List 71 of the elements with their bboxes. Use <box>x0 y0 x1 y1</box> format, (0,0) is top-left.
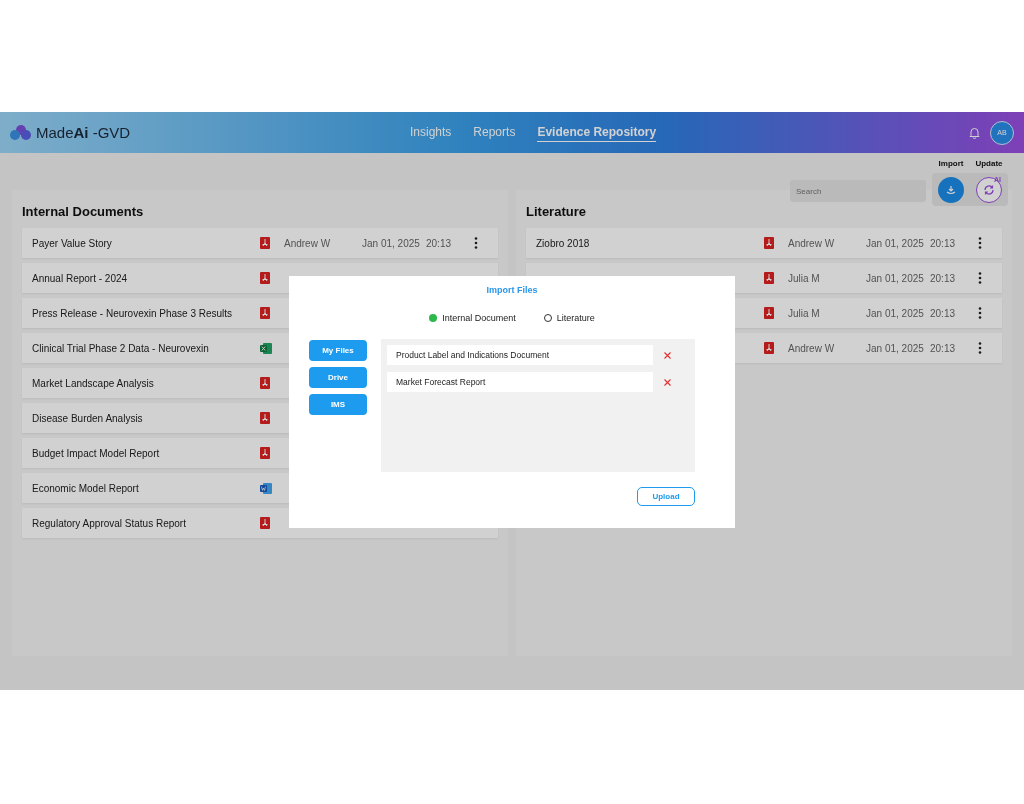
action-label: Import <box>938 159 964 168</box>
document-title: Budget Impact Model Report <box>32 447 161 459</box>
more-options-icon[interactable] <box>978 342 982 354</box>
panel-title: Literature <box>526 203 587 221</box>
document-title: Disease Burden Analysis <box>32 412 144 424</box>
upload-button[interactable]: Upload <box>637 487 695 506</box>
nav-tab[interactable]: Reports <box>473 123 516 142</box>
document-time: 20:13 <box>426 237 453 249</box>
document-title: Clinical Trial Phase 2 Data - Neurovexin <box>32 342 210 354</box>
refresh-icon <box>983 184 995 196</box>
radio-button[interactable] <box>429 314 438 322</box>
more-options-icon[interactable] <box>978 272 982 284</box>
document-time: 20:13 <box>930 307 957 319</box>
close-icon <box>663 350 672 360</box>
pdf-file-icon <box>260 377 270 389</box>
document-date: Jan 01, 2025 <box>866 237 925 249</box>
document-author: Andrew W <box>788 237 836 249</box>
document-time: 20:13 <box>930 237 957 249</box>
document-author: Andrew W <box>284 237 332 249</box>
pdf-file-icon <box>260 237 270 249</box>
document-row[interactable]: Ziobro 2018 Andrew W Jan 01, 2025 20:13 <box>526 228 1002 258</box>
document-title: Regulatory Approval Status Report <box>32 517 187 529</box>
document-time: 20:13 <box>930 342 957 354</box>
document-title: Market Landscape Analysis <box>32 377 155 389</box>
document-title: Payer Value Story <box>32 237 113 249</box>
more-options-icon[interactable] <box>978 237 982 249</box>
document-author: Andrew W <box>788 342 836 354</box>
document-file-icon <box>260 482 272 494</box>
nav-tab[interactable]: Evidence Repository <box>537 123 657 142</box>
pdf-file-icon <box>260 412 270 424</box>
document-date: Jan 01, 2025 <box>362 237 421 249</box>
source-button[interactable]: IMS <box>309 394 367 415</box>
document-author: Julia M <box>788 272 821 284</box>
pdf-file-icon <box>764 272 774 284</box>
document-date: Jan 01, 2025 <box>866 342 925 354</box>
pdf-file-icon <box>260 307 270 319</box>
app-logo-text: MadeAi -GVD <box>36 124 131 141</box>
pdf-file-icon <box>260 447 270 459</box>
document-author: Julia M <box>788 307 821 319</box>
action-label: Update <box>975 159 1003 168</box>
document-row[interactable]: Payer Value Story Andrew W Jan 01, 2025 20:13 <box>22 228 498 258</box>
source-button[interactable]: My Files <box>309 340 367 361</box>
bell-icon[interactable] <box>969 126 980 139</box>
remove-button[interactable] <box>663 377 672 387</box>
spreadsheet-file-icon <box>260 342 272 354</box>
file-name: Market Forecast Report <box>387 372 653 392</box>
document-title: Press Release - Neurovexin Phase 3 Results <box>32 307 234 319</box>
radio-button[interactable] <box>543 314 552 322</box>
pdf-file-icon <box>764 342 774 354</box>
logo-icon <box>10 125 32 140</box>
document-time: 20:13 <box>930 272 957 284</box>
import-button[interactable] <box>938 177 964 203</box>
file-name: Product Label and Indications Document <box>387 345 653 365</box>
pdf-file-icon <box>260 272 270 284</box>
pdf-file-icon <box>764 237 774 249</box>
document-title: Ziobro 2018 <box>536 237 591 249</box>
search-field[interactable]: Search <box>790 180 926 202</box>
document-title: Annual Report - 2024 <box>32 272 129 284</box>
pdf-file-icon <box>764 307 774 319</box>
document-title: Economic Model Report <box>32 482 140 494</box>
download-icon <box>946 185 956 195</box>
source-button[interactable]: Drive <box>309 367 367 388</box>
pdf-file-icon <box>260 517 270 529</box>
more-options-icon[interactable] <box>978 307 982 319</box>
document-date: Jan 01, 2025 <box>866 272 925 284</box>
more-options-icon[interactable] <box>474 237 478 249</box>
close-icon <box>663 377 672 387</box>
panel-title: Internal Documents <box>22 203 145 221</box>
remove-button[interactable] <box>663 350 672 360</box>
radio-label: Literature <box>556 313 595 323</box>
document-date: Jan 01, 2025 <box>866 307 925 319</box>
